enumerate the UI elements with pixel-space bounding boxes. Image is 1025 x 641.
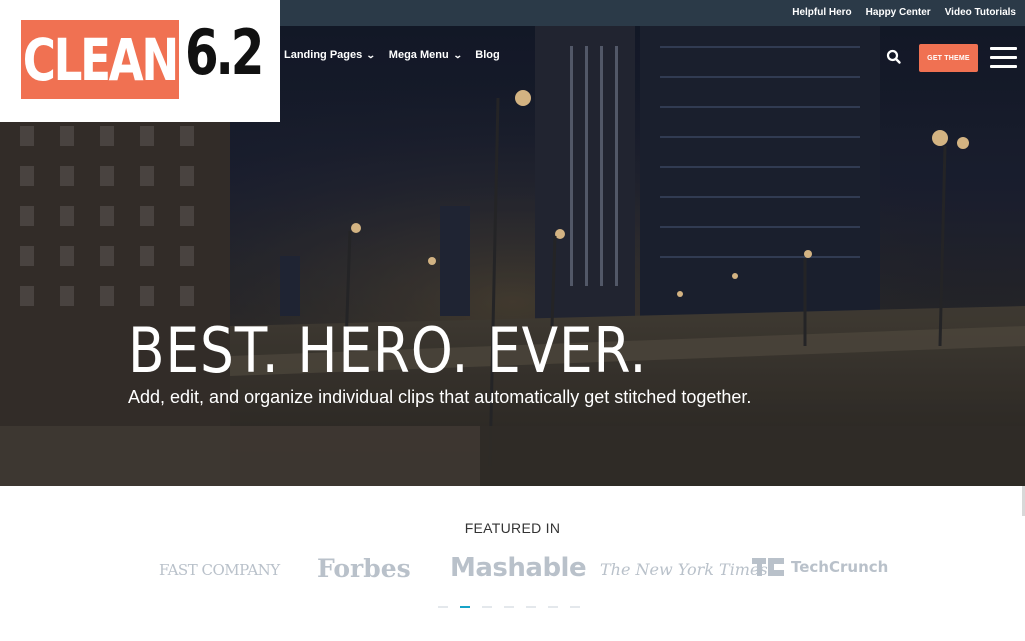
chevron-down-icon: ⌄	[366, 49, 376, 60]
logo-word: CLEAN	[22, 25, 179, 94]
logo-version: 6.2	[185, 16, 264, 89]
nav-item-label: Mega Menu	[388, 49, 449, 61]
press-logo-text: Mashable	[450, 553, 587, 583]
hamburger-icon[interactable]	[990, 45, 1017, 71]
techcrunch-mark-icon	[752, 558, 786, 576]
press-logo-text: The New York Times	[600, 560, 768, 579]
carousel-dot[interactable]	[460, 606, 470, 608]
nav-item-label: Landing Pages	[284, 49, 363, 61]
techcrunch-logo: TechCrunch	[752, 558, 888, 576]
carousel-dot[interactable]	[548, 606, 558, 608]
get-theme-button[interactable]: GET THEME	[919, 44, 978, 72]
fast-company-logo: FAST COMPANY	[159, 561, 280, 579]
nav-item-blog[interactable]: Blog	[475, 49, 499, 61]
helpful-hero-link[interactable]: Helpful Hero	[792, 7, 851, 18]
carousel-dot[interactable]	[438, 606, 448, 608]
hero-title: BEST. HERO. EVER.	[128, 314, 648, 387]
carousel-dot[interactable]	[504, 606, 514, 608]
main-nav: Landing Pages ⌄ Mega Menu ⌄ Blog	[284, 49, 514, 61]
logo-wordmark-box: CLEAN	[21, 20, 179, 99]
featured-heading: FEATURED IN	[464, 520, 561, 536]
chevron-down-icon: ⌄	[452, 49, 463, 60]
hero-subtitle: Add, edit, and organize individual clips…	[128, 387, 752, 407]
nav-item-landing-pages[interactable]: Landing Pages ⌄	[284, 49, 376, 61]
carousel-dot[interactable]	[570, 606, 580, 608]
carousel-dot[interactable]	[526, 606, 536, 608]
video-tutorials-link[interactable]: Video Tutorials	[945, 7, 1016, 18]
utility-links: Helpful Hero Happy Center Video Tutorial…	[792, 7, 1016, 18]
nav-item-label: Blog	[475, 49, 500, 61]
press-logo-text: FAST COMPANY	[159, 561, 280, 579]
carousel-dots	[438, 606, 580, 608]
search-icon[interactable]	[885, 48, 903, 66]
press-logo-text: TechCrunch	[791, 558, 889, 576]
forbes-logo: Forbes	[317, 554, 411, 583]
nyt-logo: The New York Times	[600, 560, 768, 579]
nav-item-mega-menu[interactable]: Mega Menu ⌄	[388, 49, 463, 61]
happy-center-link[interactable]: Happy Center	[866, 7, 931, 18]
carousel-dot[interactable]	[482, 606, 492, 608]
press-logo-text: Forbes	[317, 554, 411, 583]
site-logo[interactable]: CLEAN 6.2	[0, 0, 280, 122]
mashable-logo: Mashable	[450, 553, 587, 583]
